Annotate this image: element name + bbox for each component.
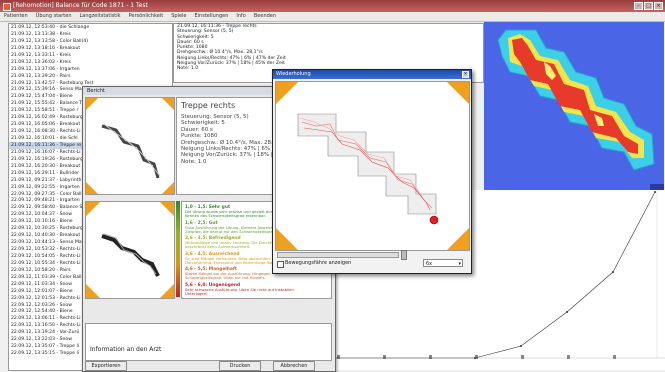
- path-thumbnail: [85, 97, 175, 195]
- replay-slider-handle[interactable]: [401, 250, 407, 260]
- report-heading: Treppe rechts: [181, 101, 236, 110]
- replay-progress-track[interactable]: [277, 252, 399, 258]
- report-info-line: Note: 1.0: [181, 158, 207, 165]
- maximize-button[interactable]: □: [644, 2, 653, 10]
- replay-canvas: [275, 81, 470, 251]
- grade-description: Sehr schwache Ausführung. Üben Sie nicht…: [185, 287, 294, 296]
- session-list-item[interactable]: 21.09.12, 13:37:06 - Irrgarten: [9, 66, 172, 73]
- show-path-label: Bewegungsfähre anzeigen: [285, 260, 352, 266]
- menu-bar: Patienten Übung starten Langzeitstatistik P…: [0, 12, 665, 22]
- session-list-item[interactable]: 21.09.12, 13:39:20 - Pairs: [9, 73, 172, 80]
- session-list-item[interactable]: 21.09.12, 13:18:16 - Breakout: [9, 45, 172, 52]
- grade-scale-bar: [176, 201, 180, 297]
- window-title: [Rehomotion] Balance für Code 1871 - 1 T…: [13, 2, 148, 9]
- minimize-button[interactable]: –: [634, 2, 643, 10]
- close-button[interactable]: ×: [654, 2, 663, 10]
- session-list-item[interactable]: 21.09.12, 12:53:40 - die Schlange: [9, 24, 172, 31]
- app-icon: [3, 3, 11, 11]
- speed-select-value: 6x: [426, 261, 433, 267]
- menu-item[interactable]: Spiele: [167, 12, 190, 21]
- menu-item[interactable]: Info: [232, 12, 249, 21]
- replay-caption: Wiederholung: [273, 70, 471, 79]
- replay-close-button[interactable]: ×: [462, 71, 469, 78]
- heatmap-panel: [484, 22, 664, 190]
- chevron-down-icon: ▾: [458, 261, 461, 267]
- menu-item[interactable]: Einstellungen: [191, 12, 233, 21]
- menu-item[interactable]: Übung starten: [32, 12, 76, 21]
- session-list-item[interactable]: 21.09.12, 13:33:11 - Kreis: [9, 52, 172, 59]
- window-titlebar: [Rehomotion] Balance für Code 1871 - 1 T…: [0, 0, 665, 12]
- report-info-line: Neigung Vor/Zurück: 37% | 18% |: [181, 152, 273, 159]
- session-list-item[interactable]: 21.09.12, 13:13:58 - Color Ball(4): [9, 38, 172, 45]
- menu-item[interactable]: Beenden: [250, 12, 280, 21]
- show-path-checkbox[interactable]: [277, 261, 284, 268]
- doctor-label: Information an den Arzt: [90, 346, 162, 353]
- session-list-item[interactable]: 21.09.12, 13:36:02 - Kreis: [9, 59, 172, 66]
- doctor-info-box: Information an den Arzt: [85, 323, 332, 361]
- menu-item[interactable]: Persönlichkeit: [125, 12, 168, 21]
- session-list-item[interactable]: 21.09.12, 13:13:38 - Kreis: [9, 31, 172, 38]
- menu-item[interactable]: Langzeitstatistik: [75, 12, 124, 21]
- menu-item[interactable]: Patienten: [0, 12, 32, 21]
- speed-select[interactable]: 6x ▾: [423, 259, 463, 267]
- replay-dialog: Wiederholung × Bewegungsfähre anzeigen 6…: [272, 69, 472, 274]
- path-thumbnail-2: [85, 201, 175, 299]
